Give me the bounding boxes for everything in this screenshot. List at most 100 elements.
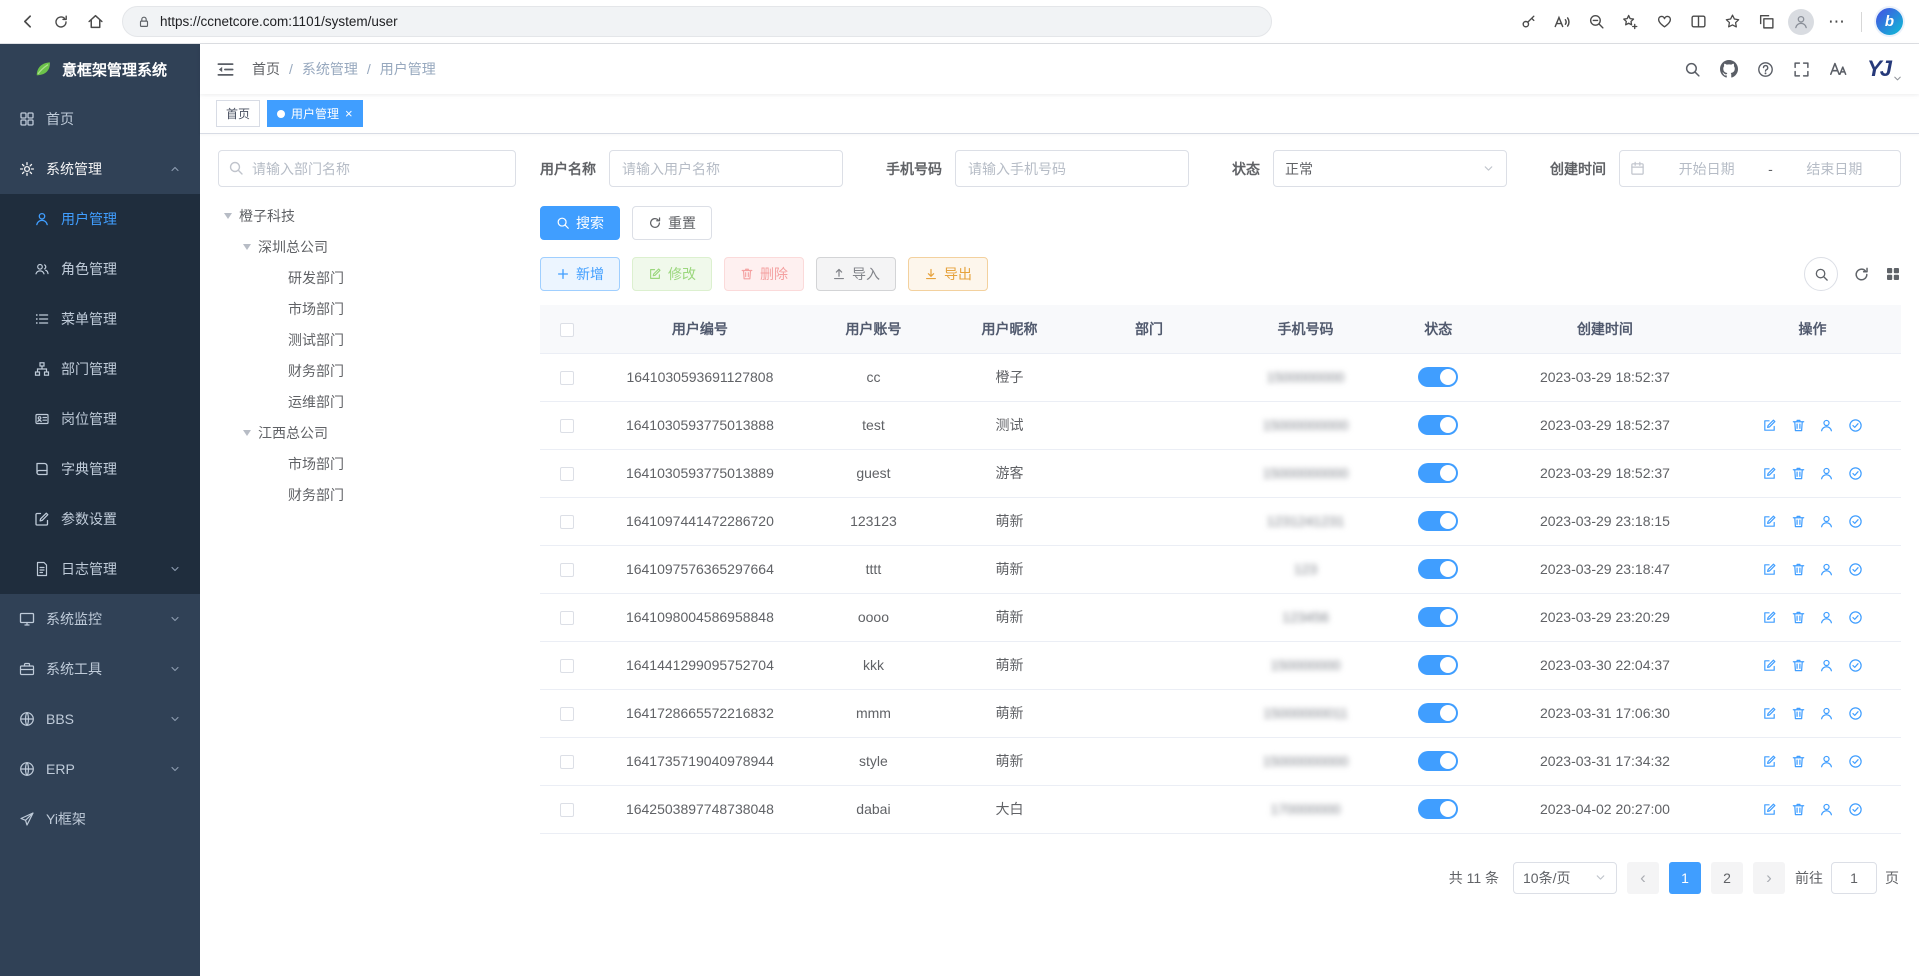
- tree-node[interactable]: 深圳总公司: [218, 231, 516, 262]
- tab-close-icon[interactable]: ×: [345, 107, 353, 120]
- expand-caret-icon[interactable]: [224, 213, 232, 219]
- date-start-placeholder[interactable]: 开始日期: [1651, 159, 1762, 179]
- status-toggle[interactable]: [1418, 799, 1458, 819]
- sidebar-item-yi-framework[interactable]: Yi框架: [0, 794, 200, 844]
- tree-node[interactable]: 运维部门: [218, 386, 516, 417]
- refresh-table-icon[interactable]: [1853, 266, 1870, 283]
- sidebar-item-system-monitor[interactable]: 系统监控: [0, 594, 200, 644]
- browser-essentials-icon[interactable]: [1648, 6, 1680, 38]
- status-toggle[interactable]: [1418, 511, 1458, 531]
- row-reset-password-icon[interactable]: [1819, 418, 1834, 433]
- status-toggle[interactable]: [1418, 703, 1458, 723]
- row-checkbox[interactable]: [560, 563, 574, 577]
- zoom-out-icon[interactable]: [1580, 6, 1612, 38]
- sidebar-item-post-management[interactable]: 岗位管理: [0, 394, 200, 444]
- sidebar-item-dict-management[interactable]: 字典管理: [0, 444, 200, 494]
- sidebar-item-erp[interactable]: ERP: [0, 744, 200, 794]
- status-toggle[interactable]: [1418, 607, 1458, 627]
- page-button-2[interactable]: 2: [1711, 862, 1743, 894]
- tab-user-management[interactable]: 用户管理 ×: [267, 100, 363, 127]
- sidebar-item-system-management[interactable]: 系统管理: [0, 144, 200, 194]
- url-text[interactable]: https://ccnetcore.com:1101/system/user: [160, 14, 398, 29]
- row-assign-role-icon[interactable]: [1848, 514, 1863, 529]
- row-reset-password-icon[interactable]: [1819, 466, 1834, 481]
- row-assign-role-icon[interactable]: [1848, 658, 1863, 673]
- collapse-sidebar-icon[interactable]: [216, 60, 235, 79]
- row-delete-icon[interactable]: [1791, 802, 1806, 817]
- date-range-picker[interactable]: 开始日期 - 结束日期: [1619, 150, 1901, 187]
- row-delete-icon[interactable]: [1791, 466, 1806, 481]
- export-button[interactable]: 导出: [908, 257, 988, 291]
- import-button[interactable]: 导入: [816, 257, 896, 291]
- browser-menu-icon[interactable]: ⋯: [1820, 12, 1853, 32]
- status-toggle[interactable]: [1418, 463, 1458, 483]
- font-size-icon[interactable]: [1829, 60, 1848, 79]
- select-all-checkbox[interactable]: [560, 323, 574, 337]
- row-edit-icon[interactable]: [1762, 610, 1777, 625]
- tree-node[interactable]: 市场部门: [218, 448, 516, 479]
- sidebar-item-log-management[interactable]: 日志管理: [0, 544, 200, 594]
- tree-node[interactable]: 财务部门: [218, 355, 516, 386]
- row-checkbox[interactable]: [560, 467, 574, 481]
- row-checkbox[interactable]: [560, 371, 574, 385]
- username-input[interactable]: [609, 150, 843, 187]
- row-reset-password-icon[interactable]: [1819, 706, 1834, 721]
- row-checkbox[interactable]: [560, 755, 574, 769]
- row-reset-password-icon[interactable]: [1819, 754, 1834, 769]
- row-checkbox[interactable]: [560, 707, 574, 721]
- row-edit-icon[interactable]: [1762, 562, 1777, 577]
- search-icon[interactable]: [1684, 61, 1701, 78]
- row-reset-password-icon[interactable]: [1819, 562, 1834, 577]
- split-screen-icon[interactable]: [1682, 6, 1714, 38]
- row-reset-password-icon[interactable]: [1819, 610, 1834, 625]
- row-edit-icon[interactable]: [1762, 706, 1777, 721]
- status-toggle[interactable]: [1418, 415, 1458, 435]
- row-delete-icon[interactable]: [1791, 418, 1806, 433]
- prev-page-button[interactable]: ‹: [1627, 862, 1659, 894]
- sidebar-item-user-management[interactable]: 用户管理: [0, 194, 200, 244]
- phone-input[interactable]: [955, 150, 1189, 187]
- row-assign-role-icon[interactable]: [1848, 562, 1863, 577]
- row-assign-role-icon[interactable]: [1848, 802, 1863, 817]
- add-favorite-icon[interactable]: [1614, 6, 1646, 38]
- row-delete-icon[interactable]: [1791, 754, 1806, 769]
- row-delete-icon[interactable]: [1791, 562, 1806, 577]
- page-size-select[interactable]: 10条/页: [1513, 862, 1617, 894]
- status-select[interactable]: 正常: [1273, 150, 1507, 187]
- browser-reload-icon[interactable]: [44, 6, 78, 38]
- row-checkbox[interactable]: [560, 611, 574, 625]
- row-checkbox[interactable]: [560, 803, 574, 817]
- fullscreen-icon[interactable]: [1793, 61, 1810, 78]
- column-settings-icon[interactable]: [1885, 266, 1901, 282]
- favorites-icon[interactable]: [1716, 6, 1748, 38]
- expand-caret-icon[interactable]: [243, 244, 251, 250]
- address-bar[interactable]: https://ccnetcore.com:1101/system/user: [122, 6, 1272, 37]
- row-assign-role-icon[interactable]: [1848, 610, 1863, 625]
- sidebar-item-system-tools[interactable]: 系统工具: [0, 644, 200, 694]
- sidebar-item-menu-management[interactable]: 菜单管理: [0, 294, 200, 344]
- page-button-1[interactable]: 1: [1669, 862, 1701, 894]
- status-toggle[interactable]: [1418, 655, 1458, 675]
- next-page-button[interactable]: ›: [1753, 862, 1785, 894]
- search-button[interactable]: 搜索: [540, 206, 620, 240]
- row-checkbox[interactable]: [560, 419, 574, 433]
- row-reset-password-icon[interactable]: [1819, 658, 1834, 673]
- edit-button[interactable]: 修改: [632, 257, 712, 291]
- tree-node[interactable]: 橙子科技: [218, 200, 516, 231]
- row-edit-icon[interactable]: [1762, 514, 1777, 529]
- show-search-toggle-icon[interactable]: [1804, 257, 1838, 291]
- row-delete-icon[interactable]: [1791, 658, 1806, 673]
- sidebar-item-home[interactable]: 首页: [0, 94, 200, 144]
- row-edit-icon[interactable]: [1762, 658, 1777, 673]
- row-edit-icon[interactable]: [1762, 802, 1777, 817]
- row-edit-icon[interactable]: [1762, 418, 1777, 433]
- delete-button[interactable]: 删除: [724, 257, 804, 291]
- tree-node[interactable]: 江西总公司: [218, 417, 516, 448]
- breadcrumb-system[interactable]: 系统管理: [302, 59, 358, 79]
- row-reset-password-icon[interactable]: [1819, 514, 1834, 529]
- reset-button[interactable]: 重置: [632, 206, 712, 240]
- status-toggle[interactable]: [1418, 367, 1458, 387]
- row-delete-icon[interactable]: [1791, 706, 1806, 721]
- help-icon[interactable]: [1757, 61, 1774, 78]
- row-edit-icon[interactable]: [1762, 466, 1777, 481]
